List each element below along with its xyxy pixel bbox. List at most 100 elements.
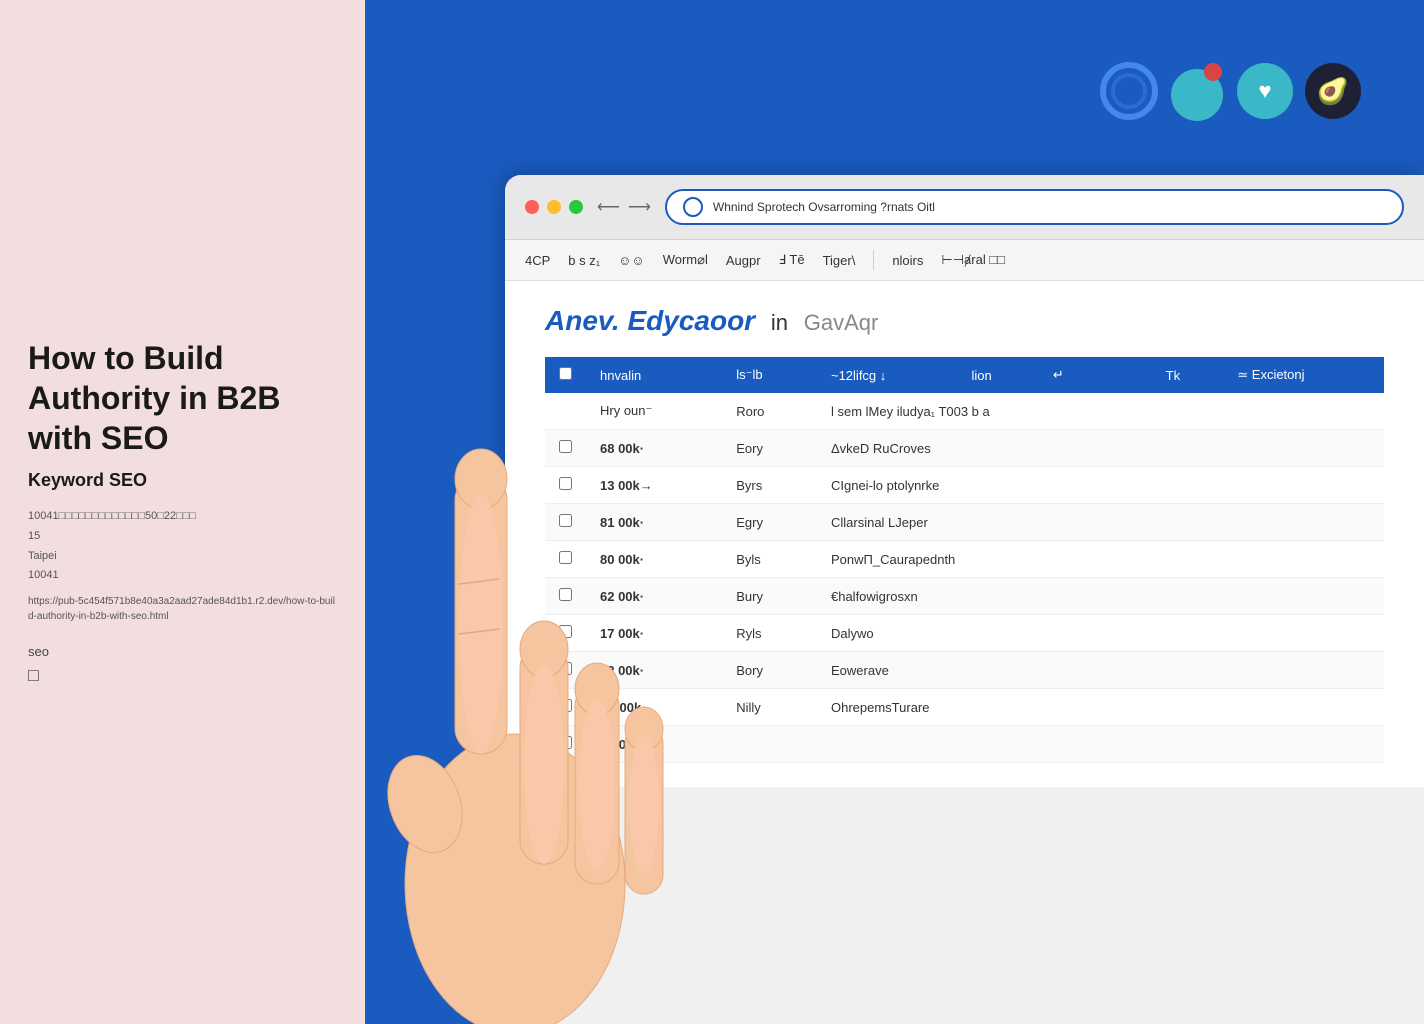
address-bar[interactable]: Whnind Sprotech Ovsarroming ?rnats Oitl: [665, 189, 1404, 225]
row-checkbox[interactable]: [559, 662, 572, 675]
title-part1: Anev. Edycaoor: [545, 305, 755, 336]
row-keyword: OhrepemsTurare: [817, 689, 1384, 726]
row-volume: 80 00k·: [586, 541, 722, 578]
nav-back-icon[interactable]: ⟵: [597, 197, 620, 217]
toolbar-item-5[interactable]: Augpr: [726, 253, 761, 268]
col-header-checkbox: [545, 357, 586, 393]
sidebar: How to Build Authority in B2B with SEO K…: [0, 0, 365, 1024]
top-circles: ♥ 🥑: [1098, 60, 1364, 122]
title-part2: in: [771, 310, 788, 335]
row-keyword: Eowerave: [817, 652, 1384, 689]
circle-outline-icon: [1098, 60, 1160, 122]
toolbar-item-7[interactable]: Tiger\: [823, 253, 856, 268]
toolbar-divider: [873, 250, 874, 270]
row-keyword: Dalywo: [817, 615, 1384, 652]
toolbar-item-6[interactable]: Ⅎ Tē: [779, 252, 805, 268]
subheader-col3: l sem lMey iludya₁ T003 b a: [817, 393, 1384, 430]
table-row: S0 00k· Nilly OhrepemsTurare: [545, 689, 1384, 726]
maximize-button[interactable]: [569, 200, 583, 214]
row-checkbox[interactable]: [559, 699, 572, 712]
row-volume: S0 00k·: [586, 689, 722, 726]
row-checkbox[interactable]: [559, 625, 572, 638]
row-trend: Byrs: [722, 467, 817, 504]
browser-nav: ⟵ ⟶: [597, 197, 651, 217]
row-volume: 81 00k·: [586, 504, 722, 541]
row-trend: Bury: [722, 578, 817, 615]
row-volume: 17 00k·: [586, 615, 722, 652]
table-subheader-row: Hry oun⁻ Roro l sem lMey iludya₁ T003 b …: [545, 393, 1384, 430]
row-volume: 13 00k→: [586, 467, 722, 504]
page-title: How to Build Authority in B2B with SEO: [28, 338, 337, 458]
minimize-button[interactable]: [547, 200, 561, 214]
col-header-excietonj[interactable]: ≃ Excietonj: [1223, 357, 1384, 393]
table-row: 68 00k· Eory ΔvkeD RuCroves: [545, 430, 1384, 467]
sidebar-icon: □: [28, 665, 337, 686]
row-volume: 68 00k·: [586, 430, 722, 467]
table-row: 62 00k· Bury €halfowigrosxn: [545, 578, 1384, 615]
row-checkbox[interactable]: [559, 551, 572, 564]
browser-security-icon: [683, 197, 703, 217]
circle-avocado-icon: 🥑: [1302, 60, 1364, 122]
close-button[interactable]: [525, 200, 539, 214]
toolbar-item-4[interactable]: Worm⌀l: [663, 252, 708, 268]
toolbar-item-8[interactable]: nloirs: [892, 253, 923, 268]
col-header-lstb[interactable]: ls⁻lb: [722, 357, 817, 393]
sidebar-meta: 10041□□□□□□□□□□□□□50□22□□□ 15 Taipei 100…: [28, 507, 337, 586]
svg-text:🥑: 🥑: [1317, 74, 1349, 106]
row-volume: 62 00k·: [586, 578, 722, 615]
row-keyword: €halfowigrosxn: [817, 578, 1384, 615]
row-checkbox[interactable]: [559, 588, 572, 601]
row-trend: Nilly: [722, 689, 817, 726]
circle-heart-icon: ♥: [1234, 60, 1296, 122]
toolbar-item-2[interactable]: b s z₁: [568, 253, 600, 268]
content-title: Anev. Edycaoor in GavAqr: [545, 305, 1384, 337]
toolbar-item-1[interactable]: 4CP: [525, 253, 550, 268]
table-row: 17 00k· Ryls Dalywo: [545, 615, 1384, 652]
address-text: Whnind Sprotech Ovsarroming ?rnats Oitl: [713, 200, 1386, 214]
row-checkbox[interactable]: [559, 514, 572, 527]
col-header-blank: [1104, 357, 1151, 393]
toolbar-item-3[interactable]: ☺☺: [618, 253, 645, 268]
browser-toolbar: 4CP b s z₁ ☺☺ Worm⌀l Augpr Ⅎ Tē Tiger\ n…: [505, 240, 1424, 281]
col-header-12lifcg[interactable]: ~12lifcg ↓: [817, 357, 957, 393]
sidebar-tag: seo: [28, 644, 337, 659]
main-area: ♥ 🥑 ⟵ ⟶ Whnind Sprotech Ov: [365, 0, 1424, 1024]
browser-window: ⟵ ⟶ Whnind Sprotech Ovsarroming ?rnats O…: [505, 175, 1424, 1024]
row-trend: Eory: [722, 430, 817, 467]
traffic-lights: [525, 200, 583, 214]
row-keyword: CIgnei-lo ptolynrke: [817, 467, 1384, 504]
svg-text:♥: ♥: [1258, 78, 1271, 103]
col-header-tk[interactable]: Tk: [1152, 357, 1224, 393]
subheader-col2: Roro: [722, 393, 817, 430]
row-trend: Ryls: [722, 615, 817, 652]
row-trend: Bory: [722, 652, 817, 689]
title-part3: GavAqr: [804, 310, 879, 335]
sidebar-url: https://pub-5c454f571b8e40a3a2aad27ade84…: [28, 594, 337, 624]
row-keyword: Cllarsinal LJeper: [817, 504, 1384, 541]
row-keyword: ΔvkeD RuCroves: [817, 430, 1384, 467]
row-checkbox[interactable]: [559, 440, 572, 453]
row-trend: Egry: [722, 504, 817, 541]
row-trend: Byls: [722, 541, 817, 578]
circle-teal-icon: [1166, 60, 1228, 122]
sidebar-subtitle: Keyword SEO: [28, 470, 337, 491]
table-row: 13 00k→ Byrs CIgnei-lo ptolynrke: [545, 467, 1384, 504]
keyword-table: hnvalin ls⁻lb ~12lifcg ↓ lion ↵ Tk ≃ Exc…: [545, 357, 1384, 763]
row-checkbox[interactable]: [559, 477, 572, 490]
table-row: 8F 00k·: [545, 726, 1384, 763]
subheader-col1: Hry oun⁻: [586, 393, 722, 430]
browser-content: Anev. Edycaoor in GavAqr hnvalin ls⁻lb ~…: [505, 281, 1424, 787]
table-row: 81 00k· Egry Cllarsinal LJeper: [545, 504, 1384, 541]
col-header-arrow[interactable]: ↵: [1039, 357, 1105, 393]
nav-forward-icon[interactable]: ⟶: [628, 197, 651, 217]
row-volume: 8F 00k·: [586, 726, 722, 763]
col-header-invalid[interactable]: hnvalin: [586, 357, 722, 393]
browser-chrome: ⟵ ⟶ Whnind Sprotech Ovsarroming ?rnats O…: [505, 175, 1424, 240]
row-volume: 32 00k·: [586, 652, 722, 689]
toolbar-item-9[interactable]: ⊢⊣ⱥral □□: [941, 252, 1005, 268]
row-checkbox[interactable]: [559, 736, 572, 749]
row-keyword: PonwΠ_Caurapednth: [817, 541, 1384, 578]
col-header-lion[interactable]: lion: [957, 357, 1038, 393]
select-all-checkbox[interactable]: [559, 367, 572, 380]
table-row: 32 00k· Bory Eowerave: [545, 652, 1384, 689]
